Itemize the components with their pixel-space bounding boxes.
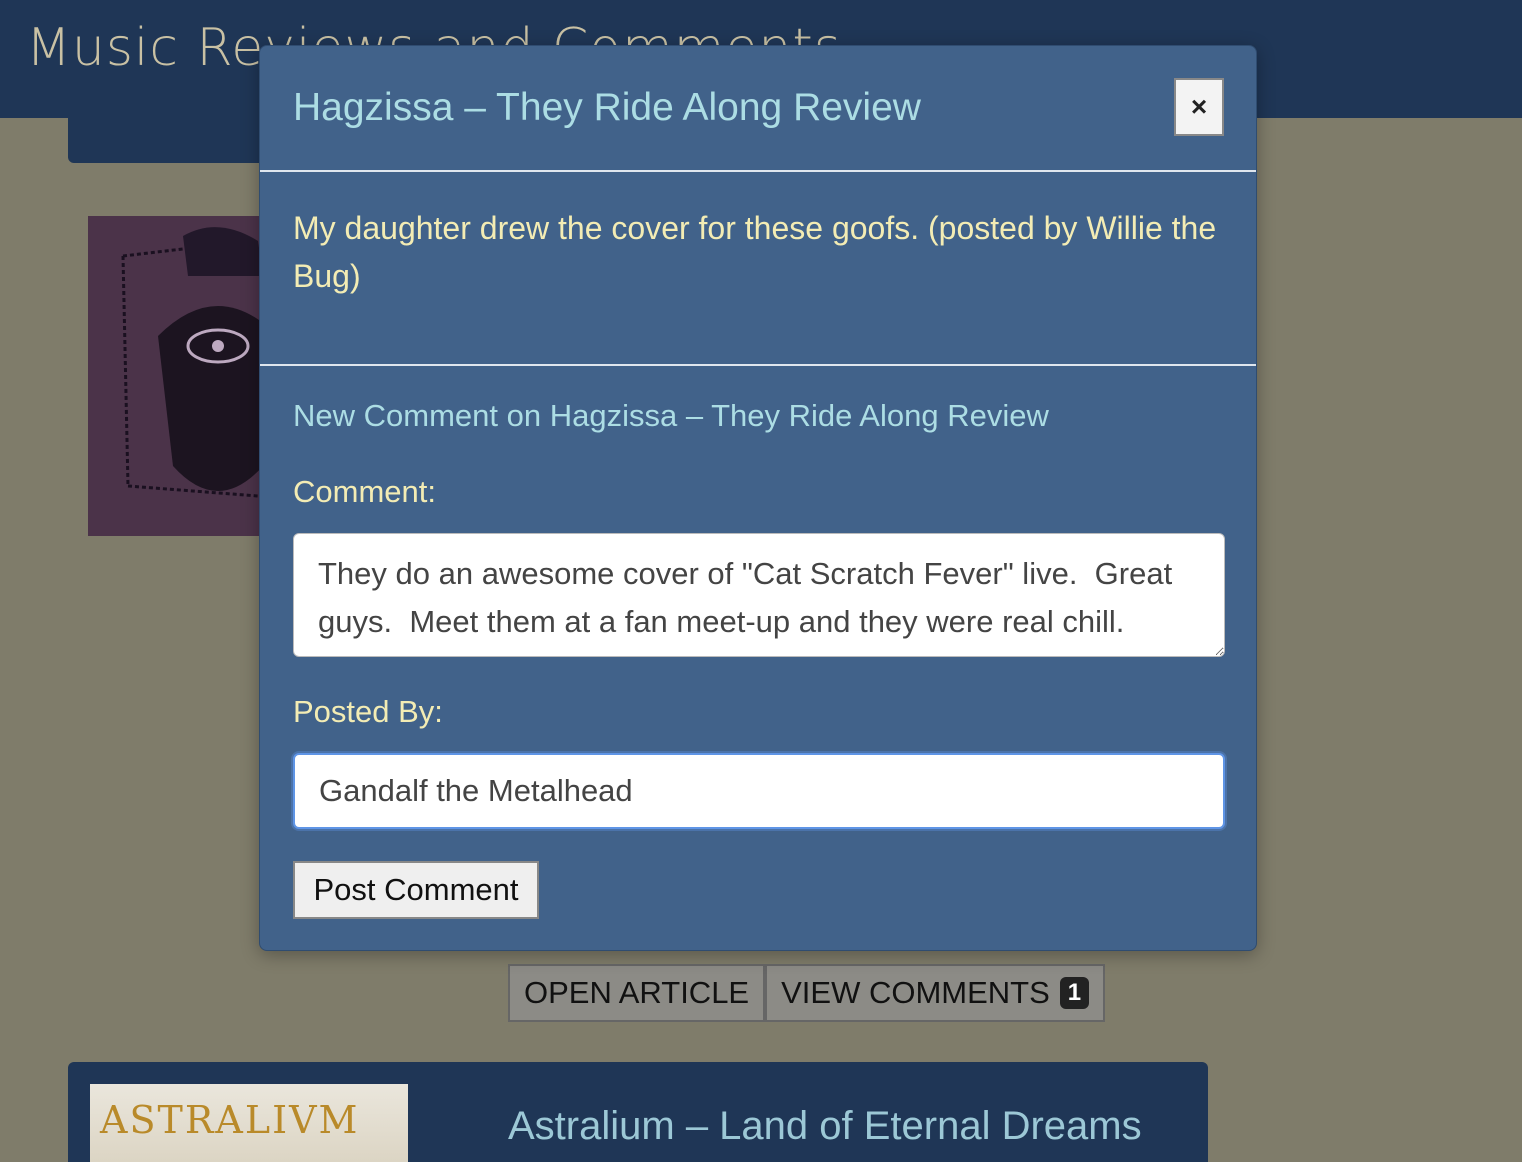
close-icon: × bbox=[1190, 91, 1208, 122]
album-cover-image: ASTRALIVM bbox=[90, 1084, 408, 1162]
review-card: ASTRALIVM Astralium – Land of Eternal Dr… bbox=[68, 1062, 1208, 1162]
post-comment-button[interactable]: Post Comment bbox=[293, 861, 539, 919]
comments-modal: Hagzissa – They Ride Along Review × My d… bbox=[259, 45, 1257, 951]
album-cover-logo: ASTRALIVM bbox=[100, 1098, 360, 1142]
existing-comment: My daughter drew the cover for these goo… bbox=[293, 210, 1217, 294]
view-comments-button[interactable]: VIEW COMMENTS 1 bbox=[765, 964, 1106, 1022]
article-button-group: OPEN ARTICLE VIEW COMMENTS 1 bbox=[508, 964, 1106, 1022]
comment-textarea[interactable]: They do an awesome cover of "Cat Scratch… bbox=[293, 533, 1225, 657]
posted-by-input[interactable] bbox=[293, 753, 1225, 829]
form-divider bbox=[260, 364, 1256, 366]
review-card-title[interactable]: Astralium – Land of Eternal Dreams bbox=[508, 1104, 1142, 1149]
close-button[interactable]: × bbox=[1174, 78, 1224, 136]
comment-label: Comment: bbox=[293, 474, 436, 509]
modal-title: Hagzissa – They Ride Along Review bbox=[293, 86, 921, 129]
comment-count-badge: 1 bbox=[1059, 977, 1090, 1009]
header-divider bbox=[260, 170, 1256, 172]
posted-by-label: Posted By: bbox=[293, 694, 443, 729]
new-comment-heading: New Comment on Hagzissa – They Ride Alon… bbox=[293, 398, 1049, 433]
open-article-button[interactable]: OPEN ARTICLE bbox=[508, 964, 766, 1022]
